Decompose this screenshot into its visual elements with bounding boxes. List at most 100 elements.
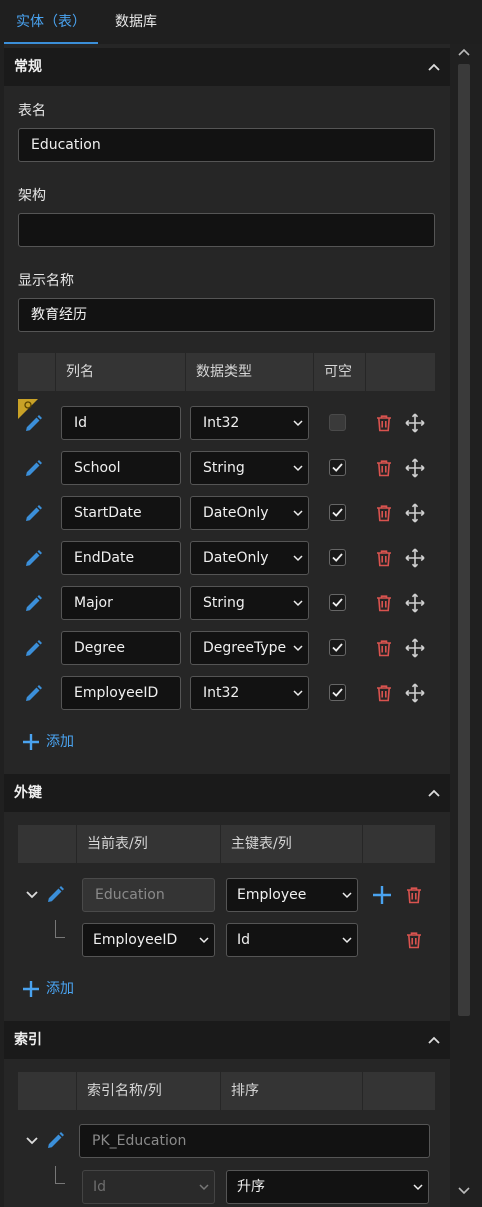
chevron-down-icon — [293, 690, 303, 697]
column-type-select[interactable]: DegreeType — [190, 631, 309, 665]
section-indexes-title: 索引 — [14, 1032, 42, 1048]
header-principal-table: 主键表/列 — [220, 825, 362, 863]
column-name-input[interactable]: Degree — [61, 631, 181, 665]
index-order-select[interactable]: 升序 — [226, 1170, 429, 1204]
delete-icon[interactable] — [375, 414, 393, 432]
edit-icon[interactable] — [22, 458, 44, 480]
move-icon[interactable] — [405, 458, 425, 478]
nullable-checkbox[interactable] — [329, 504, 346, 521]
delete-icon[interactable] — [405, 886, 423, 904]
chevron-down-icon — [293, 645, 303, 652]
delete-icon[interactable] — [375, 459, 393, 477]
delete-icon[interactable] — [375, 594, 393, 612]
chevron-up-icon[interactable] — [426, 1032, 442, 1048]
foreign-keys-grid-header: 当前表/列 主键表/列 — [18, 825, 435, 863]
check-icon — [332, 643, 343, 652]
section-indexes-header[interactable]: 索引 — [4, 1021, 450, 1059]
check-icon — [332, 598, 343, 607]
delete-icon[interactable] — [375, 684, 393, 702]
column-type-select[interactable]: DateOnly — [190, 541, 309, 575]
column-type-select[interactable]: String — [190, 586, 309, 620]
chevron-up-icon[interactable] — [426, 59, 442, 75]
move-icon[interactable] — [405, 593, 425, 613]
display-name-input[interactable]: 教育经历 — [18, 298, 435, 332]
column-type-select[interactable]: Int32 — [190, 676, 309, 710]
fk-current-column-select[interactable]: EmployeeID — [82, 923, 215, 957]
tab-database[interactable]: 数据库 — [104, 0, 168, 44]
delete-icon[interactable] — [405, 931, 423, 949]
column-name-input[interactable]: EndDate — [61, 541, 181, 575]
nullable-checkbox[interactable] — [329, 549, 346, 566]
header-actions — [362, 825, 435, 863]
nullable-checkbox[interactable] — [329, 684, 346, 701]
tab-bar: 实体（表） 数据库 — [0, 0, 482, 44]
column-name-input[interactable]: StartDate — [61, 496, 181, 530]
column-type-select[interactable]: String — [190, 451, 309, 485]
chevron-down-icon — [293, 555, 303, 562]
chevron-down-icon — [342, 892, 352, 899]
scrollbar-thumb[interactable] — [458, 64, 470, 1016]
column-type-select[interactable]: Int32 — [190, 406, 309, 440]
nullable-checkbox[interactable] — [329, 639, 346, 656]
index-name-input[interactable]: PK_Education — [79, 1124, 430, 1158]
chevron-down-icon[interactable] — [25, 888, 39, 902]
column-name-input[interactable]: Id — [61, 406, 181, 440]
table-name-label: 表名 — [18, 103, 46, 119]
chevron-up-icon[interactable] — [426, 785, 442, 801]
display-name-label: 显示名称 — [18, 273, 74, 289]
check-icon — [332, 553, 343, 562]
edit-icon[interactable] — [44, 1130, 66, 1152]
chevron-down-icon — [293, 465, 303, 472]
tree-connector — [55, 1166, 65, 1184]
nullable-checkbox[interactable] — [329, 414, 346, 431]
scroll-up-icon[interactable] — [456, 44, 472, 60]
section-foreign-keys-header[interactable]: 外键 — [4, 774, 450, 812]
tab-entity-table[interactable]: 实体（表） — [4, 0, 98, 44]
column-type-select[interactable]: DateOnly — [190, 496, 309, 530]
add-mapping-icon[interactable] — [372, 885, 392, 905]
column-name-input[interactable]: Major — [61, 586, 181, 620]
index-column-select[interactable]: Id — [82, 1170, 215, 1204]
move-icon[interactable] — [405, 548, 425, 568]
header-blank — [18, 353, 55, 391]
edit-icon[interactable] — [22, 638, 44, 660]
edit-icon[interactable] — [22, 503, 44, 525]
column-row: Major String — [18, 586, 435, 620]
section-foreign-keys-title: 外键 — [14, 785, 42, 801]
delete-icon[interactable] — [375, 639, 393, 657]
chevron-down-icon — [293, 420, 303, 427]
header-column-name: 列名 — [55, 353, 185, 391]
column-name-input[interactable]: School — [61, 451, 181, 485]
nullable-checkbox[interactable] — [329, 594, 346, 611]
edit-icon[interactable] — [22, 683, 44, 705]
chevron-down-icon — [342, 937, 352, 944]
indexes-grid-header: 索引名称/列 排序 — [18, 1072, 435, 1110]
check-icon — [332, 463, 343, 472]
header-nullable: 可空 — [313, 353, 365, 391]
move-icon[interactable] — [405, 503, 425, 523]
table-name-input[interactable]: Education — [18, 128, 435, 162]
edit-icon[interactable] — [22, 593, 44, 615]
schema-input[interactable] — [18, 213, 435, 247]
edit-icon[interactable] — [22, 548, 44, 570]
delete-icon[interactable] — [375, 504, 393, 522]
move-icon[interactable] — [405, 683, 425, 703]
header-actions — [365, 353, 435, 391]
scroll-down-icon[interactable] — [456, 1183, 472, 1199]
header-current-table: 当前表/列 — [76, 825, 220, 863]
move-icon[interactable] — [405, 413, 425, 433]
delete-icon[interactable] — [375, 549, 393, 567]
header-blank — [18, 825, 76, 863]
move-icon[interactable] — [405, 638, 425, 658]
edit-icon[interactable] — [44, 884, 66, 906]
column-row: Degree DegreeType — [18, 631, 435, 665]
fk-principal-column-select[interactable]: Id — [226, 923, 358, 957]
fk-principal-table-select[interactable]: Employee — [226, 878, 358, 912]
section-general-header[interactable]: 常规 — [4, 48, 450, 86]
column-row: Id Int32 — [18, 399, 435, 440]
edit-icon[interactable] — [22, 413, 44, 435]
chevron-down-icon[interactable] — [25, 1134, 39, 1148]
nullable-checkbox[interactable] — [329, 459, 346, 476]
column-row: StartDate DateOnly — [18, 496, 435, 530]
column-name-input[interactable]: EmployeeID — [61, 676, 181, 710]
